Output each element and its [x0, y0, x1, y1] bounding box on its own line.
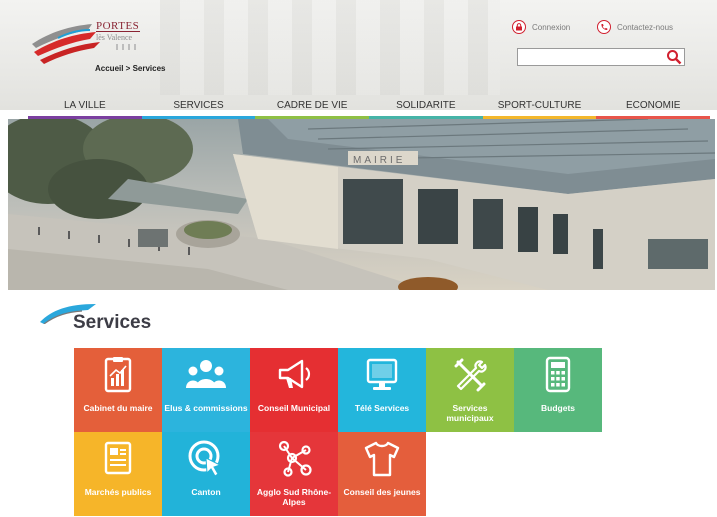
monitor-icon — [366, 358, 398, 390]
tile-label: Cabinet du maire — [83, 403, 153, 413]
click-target-icon — [188, 440, 222, 477]
nav-label: SPORT-CULTURE — [497, 100, 582, 111]
nav-item-services[interactable]: SERVICES — [141, 97, 256, 119]
breadcrumb-text[interactable]: Accueil > Services — [95, 64, 166, 73]
nav-item-sport-culture[interactable]: SPORT-CULTURE — [482, 97, 597, 119]
network-icon — [278, 440, 312, 477]
search-input[interactable] — [517, 48, 685, 66]
nav-label: SERVICES — [173, 100, 224, 111]
megaphone-icon — [278, 359, 311, 389]
tile-label: Elus & commissions — [164, 403, 248, 413]
tile-conseil-municipal[interactable]: Conseil Municipal — [250, 348, 338, 432]
mairie-sign-text: MAIRIE — [353, 155, 405, 166]
tile-tele-services[interactable]: Télé Services — [338, 348, 426, 432]
tile-label: Télé Services — [354, 403, 410, 413]
tile-services-municipaux[interactable]: Services municipaux — [426, 348, 514, 432]
tile-marches-publics[interactable]: Marchés publics — [74, 432, 162, 516]
tile-label: Agglo Sud Rhône-Alpes — [256, 487, 332, 507]
tile-agglo-sud-rhone-alpes[interactable]: Agglo Sud Rhône-Alpes — [250, 432, 338, 516]
nav-label: CADRE DE VIE — [276, 100, 348, 111]
tile-cabinet-du-maire[interactable]: Cabinet du maire — [74, 348, 162, 432]
contact-label: Contactez-nous — [617, 22, 674, 32]
tools-icon — [454, 358, 487, 392]
main-navigation: LA VILLE SERVICES CADRE DE VIE SOLIDARIT… — [28, 97, 711, 119]
breadcrumb[interactable]: Accueil > Services — [95, 64, 166, 73]
tile-conseil-des-jeunes[interactable]: Conseil des jeunes — [338, 432, 426, 516]
logo-dots — [116, 44, 140, 50]
nav-label: SOLIDARITE — [396, 100, 456, 111]
phone-icon — [597, 20, 611, 34]
tile-elus-commissions[interactable]: Elus & commissions — [162, 348, 250, 432]
nav-item-solidarite[interactable]: SOLIDARITE — [369, 97, 483, 119]
tile-label: Budgets — [541, 403, 575, 413]
nav-label: ECONOMIE — [625, 100, 681, 111]
header-background — [160, 0, 500, 95]
search-icon[interactable] — [666, 49, 682, 65]
nav-label: LA VILLE — [63, 100, 106, 111]
town-hall-banner-image: MAIRIE — [8, 119, 715, 290]
contact-link[interactable]: Contactez-nous — [597, 20, 673, 34]
calculator-icon — [545, 356, 571, 393]
login-label: Connexion — [532, 22, 571, 32]
nav-item-la-ville[interactable]: LA VILLE — [28, 97, 142, 119]
services-tile-grid: Cabinet du maire Elus & commissions Cons… — [74, 348, 603, 516]
tshirt-icon — [364, 441, 400, 477]
town-hall-photo: MAIRIE — [8, 119, 715, 290]
login-link[interactable]: Connexion — [512, 20, 570, 34]
people-group-icon — [186, 360, 226, 388]
tile-label: Canton — [191, 487, 221, 497]
section-title: Services — [73, 312, 152, 333]
lock-icon — [512, 20, 526, 34]
site-header: PORTES lès Valence Accueil > Services Co… — [0, 0, 717, 110]
nav-item-economie[interactable]: ECONOMIE — [596, 97, 711, 119]
tile-budgets[interactable]: Budgets — [514, 348, 602, 432]
tile-label: Conseil Municipal — [257, 403, 331, 413]
document-icon — [104, 441, 132, 475]
tile-label: Services municipaux — [446, 403, 494, 423]
tile-label: Marchés publics — [84, 487, 152, 497]
clipboard-chart-icon — [104, 357, 132, 393]
logo-underline — [96, 31, 140, 32]
tile-canton[interactable]: Canton — [162, 432, 250, 516]
nav-item-cadre-de-vie[interactable]: CADRE DE VIE — [255, 97, 370, 119]
tile-label: Conseil des jeunes — [343, 487, 421, 497]
banner-sign: MAIRIE — [348, 151, 418, 166]
logo-text-valence: lès Valence — [96, 33, 133, 42]
